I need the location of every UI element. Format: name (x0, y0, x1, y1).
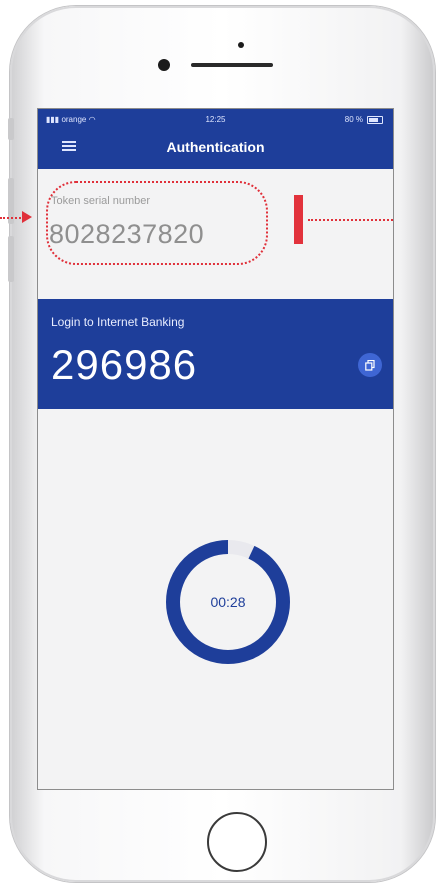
text-cursor-marker (294, 195, 303, 244)
otp-code: 296986 (51, 341, 198, 388)
battery-icon (367, 115, 383, 124)
status-time: 12:25 (205, 115, 226, 124)
annotation-line-left (0, 217, 24, 219)
annotation-line-right (308, 219, 393, 221)
countdown-time: 00:28 (210, 594, 246, 610)
status-battery: 80 % (345, 115, 383, 124)
home-button[interactable] (207, 812, 267, 872)
token-serial-value: 8028237820 (49, 219, 205, 249)
battery-percent: 80 % (344, 115, 363, 124)
mute-switch (8, 118, 14, 140)
token-serial-label: Token serial number (51, 195, 151, 207)
login-code-card: Login to Internet Banking 296986 (38, 299, 393, 409)
front-camera (158, 59, 170, 71)
earpiece-speaker (191, 63, 273, 67)
annotation-arrow-icon (22, 211, 32, 223)
volume-down-button (8, 236, 14, 282)
copy-icon (365, 359, 375, 371)
proximity-sensor (238, 42, 244, 48)
app-screen: ▮▮▮ orange ◠ 12:25 80 % Authentication T… (37, 108, 394, 790)
login-label: Login to Internet Banking (51, 315, 185, 329)
top-bar: ▮▮▮ orange ◠ 12:25 80 % Authentication (38, 109, 393, 169)
copy-button[interactable] (358, 353, 382, 377)
page-title: Authentication (166, 139, 265, 155)
